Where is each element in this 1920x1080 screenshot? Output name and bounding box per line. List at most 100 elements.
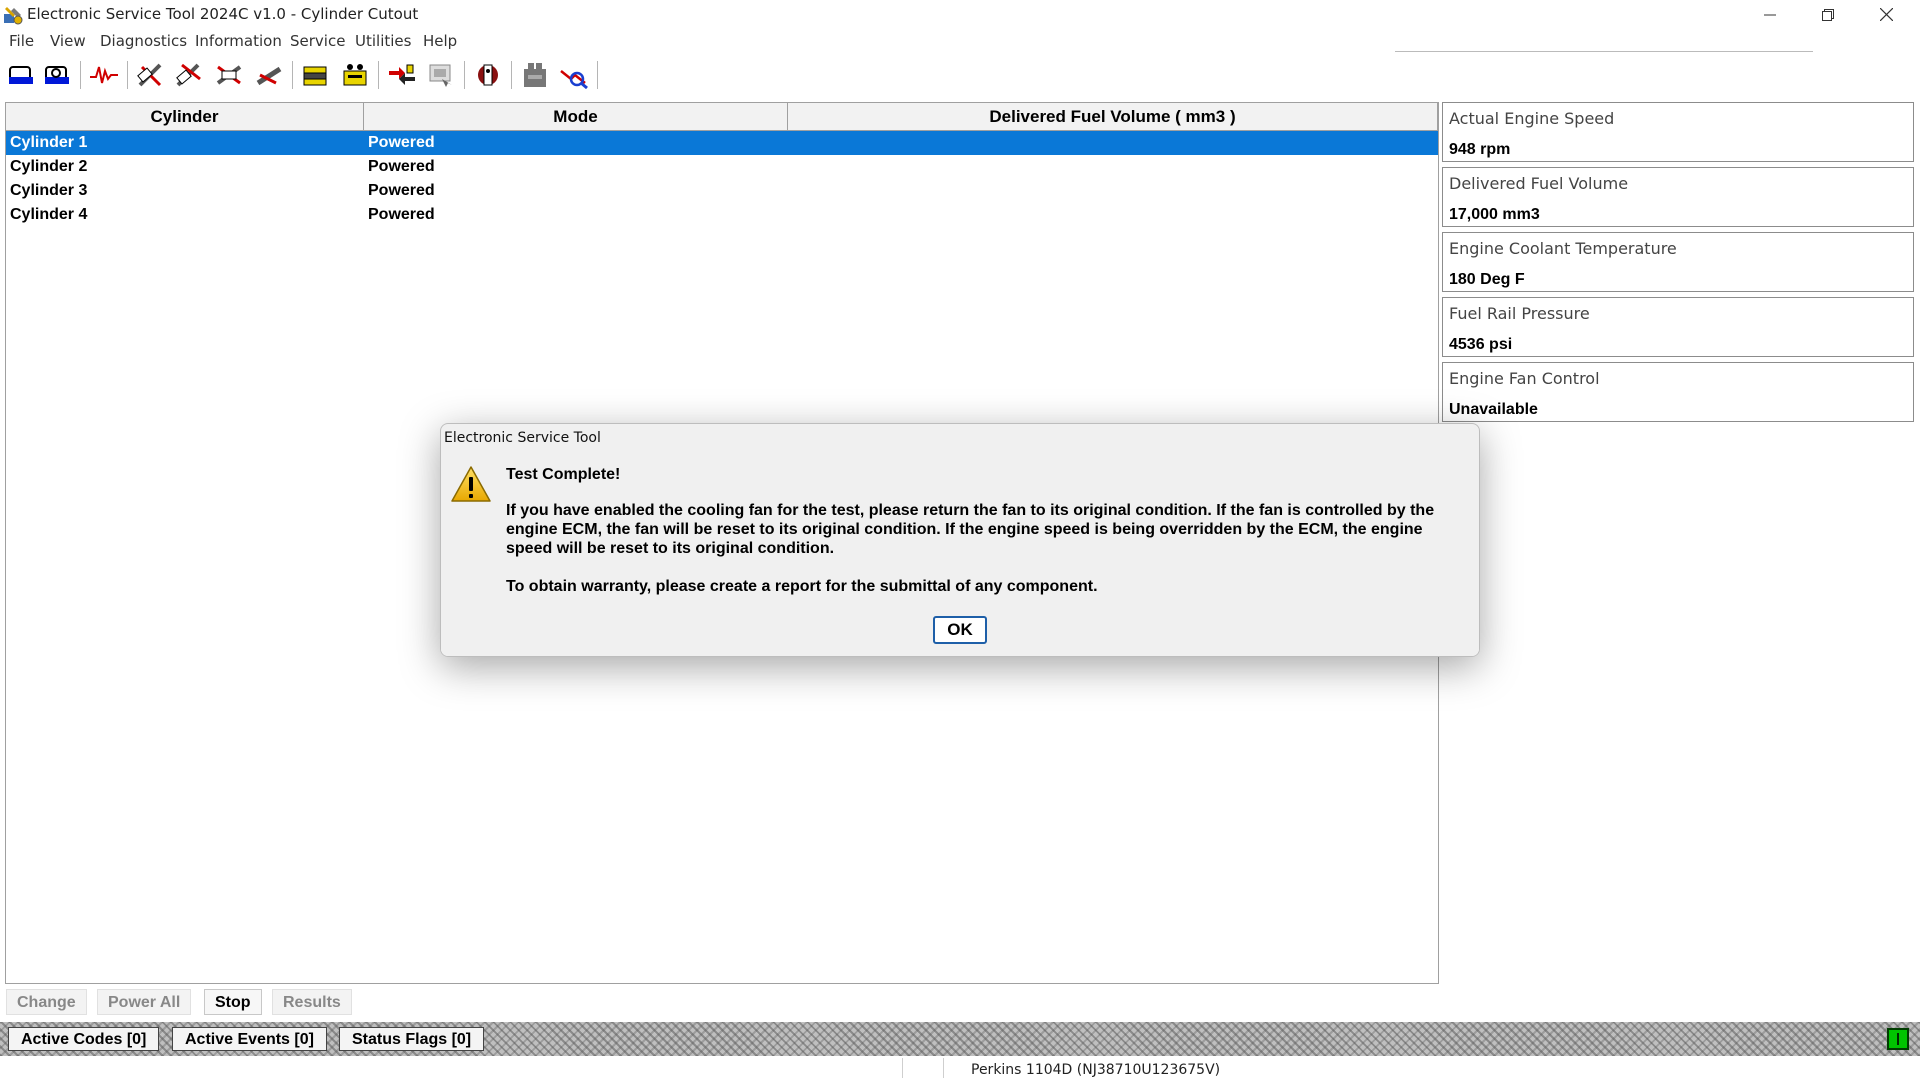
menu-divider — [1395, 51, 1813, 52]
report-icon — [429, 64, 452, 87]
active-events-button[interactable]: Active Events [0] — [172, 1027, 327, 1051]
configuration-button[interactable] — [338, 59, 372, 91]
status-flags-icon — [216, 65, 242, 85]
connect-icon — [9, 66, 33, 84]
table-row[interactable]: Cylinder 2 Powered — [6, 155, 1438, 179]
footer-separator — [943, 1058, 944, 1078]
cylinder-cell: Cylinder 2 — [10, 158, 88, 175]
test-complete-dialog: Electronic Service Tool Test Complete! I… — [440, 423, 1480, 657]
toolbar — [0, 55, 1920, 95]
ok-button[interactable]: OK — [933, 616, 987, 644]
override-icon — [389, 64, 415, 85]
events-icon — [176, 63, 201, 87]
clear-codes-icon — [256, 66, 282, 86]
status-flags-button[interactable] — [212, 59, 246, 91]
cylinder-cell: Cylinder 3 — [10, 182, 88, 199]
table-row[interactable]: Cylinder 4 Powered — [6, 203, 1438, 227]
param-value: Unavailable — [1449, 401, 1538, 418]
change-button[interactable]: Change — [6, 989, 87, 1015]
events-button[interactable] — [172, 59, 206, 91]
menu-information[interactable]: Information — [195, 32, 282, 50]
connection-status-icon — [1887, 1028, 1909, 1050]
menu-help[interactable]: Help — [423, 32, 457, 50]
param-label: Fuel Rail Pressure — [1449, 304, 1590, 323]
calibrations-icon — [560, 70, 588, 89]
param-label: Engine Fan Control — [1449, 369, 1600, 388]
toolbar-separator — [292, 61, 293, 89]
cylinder-cell: Cylinder 4 — [10, 206, 88, 223]
diagnostic-codes-icon — [137, 63, 162, 87]
toolbar-separator — [464, 61, 465, 89]
stop-button[interactable]: Stop — [204, 989, 262, 1015]
toolbar-separator — [378, 61, 379, 89]
mode-cell: Powered — [368, 206, 435, 223]
minimize-icon — [1764, 14, 1776, 15]
app-icon — [4, 7, 23, 25]
tests-button[interactable] — [518, 59, 552, 91]
dialog-body: Test Complete! If you have enabled the c… — [441, 454, 1479, 656]
status-flags-button[interactable]: Status Flags [0] — [339, 1027, 485, 1051]
ecm-summary-icon — [303, 66, 327, 86]
monitor-button[interactable] — [471, 59, 505, 91]
restore-button[interactable] — [1799, 0, 1857, 29]
restore-icon — [1822, 8, 1834, 21]
tests-icon — [524, 63, 546, 87]
configuration-icon — [343, 64, 367, 86]
param-actual-engine-speed: Actual Engine Speed 948 rpm — [1442, 102, 1914, 162]
report-button[interactable] — [424, 59, 458, 91]
ecm-identifier: Perkins 1104D (NJ38710U123675V) — [971, 1062, 1221, 1078]
dialog-heading: Test Complete! — [506, 466, 621, 483]
footer-separator — [902, 1058, 903, 1078]
column-header-cylinder[interactable]: Cylinder — [6, 103, 364, 130]
override-button[interactable] — [385, 59, 419, 91]
mode-cell: Powered — [368, 134, 435, 151]
param-value: 180 Deg F — [1449, 271, 1525, 288]
toolbar-separator — [511, 61, 512, 89]
footer: Perkins 1104D (NJ38710U123675V) — [0, 1056, 1920, 1080]
menu-file[interactable]: File — [9, 32, 34, 50]
table-row[interactable]: Cylinder 1 Powered — [6, 131, 1438, 155]
minimize-button[interactable] — [1741, 0, 1799, 29]
dialog-message: If you have enabled the cooling fan for … — [506, 502, 1435, 557]
mode-cell: Powered — [368, 182, 435, 199]
window-title: Electronic Service Tool 2024C v1.0 - Cyl… — [27, 5, 419, 23]
dialog-title: Electronic Service Tool — [444, 430, 601, 446]
title-bar: Electronic Service Tool 2024C v1.0 - Cyl… — [0, 0, 1920, 29]
calibrations-button[interactable] — [557, 59, 591, 91]
param-value: 4536 psi — [1449, 336, 1513, 353]
ecm-summary-button[interactable] — [299, 59, 333, 91]
connect-button[interactable] — [4, 59, 38, 91]
dialog-warranty-message: To obtain warranty, please create a repo… — [506, 578, 1098, 595]
close-icon — [1879, 8, 1893, 21]
column-header-fuel-volume[interactable]: Delivered Fuel Volume ( mm3 ) — [788, 103, 1438, 130]
table-row[interactable]: Cylinder 3 Powered — [6, 179, 1438, 203]
param-value: 948 rpm — [1449, 141, 1511, 158]
toolbar-separator — [127, 61, 128, 89]
waveform-icon — [90, 66, 118, 84]
param-label: Engine Coolant Temperature — [1449, 239, 1677, 258]
diagnostic-codes-button[interactable] — [134, 59, 168, 91]
search-ecm-icon — [45, 66, 69, 84]
monitor-icon — [478, 64, 498, 86]
power-all-button[interactable]: Power All — [97, 989, 192, 1015]
close-button[interactable] — [1857, 0, 1915, 29]
toolbar-separator — [80, 61, 81, 89]
param-label: Actual Engine Speed — [1449, 109, 1615, 128]
search-ecm-button[interactable] — [40, 59, 74, 91]
column-header-mode[interactable]: Mode — [364, 103, 788, 130]
toolbar-separator — [597, 61, 598, 89]
menu-service[interactable]: Service — [290, 32, 345, 50]
menu-view[interactable]: View — [50, 32, 86, 50]
menu-utilities[interactable]: Utilities — [355, 32, 411, 50]
clear-codes-button[interactable] — [252, 59, 286, 91]
param-label: Delivered Fuel Volume — [1449, 174, 1629, 193]
param-delivered-fuel-volume: Delivered Fuel Volume 17,000 mm3 — [1442, 167, 1914, 227]
results-button[interactable]: Results — [272, 989, 352, 1015]
param-engine-fan-control: Engine Fan Control Unavailable — [1442, 362, 1914, 422]
warning-icon — [451, 466, 491, 502]
active-codes-button[interactable]: Active Codes [0] — [8, 1027, 160, 1051]
mode-cell: Powered — [368, 158, 435, 175]
waveform-button[interactable] — [87, 59, 121, 91]
param-fuel-rail-pressure: Fuel Rail Pressure 4536 psi — [1442, 297, 1914, 357]
menu-diagnostics[interactable]: Diagnostics — [100, 32, 187, 50]
